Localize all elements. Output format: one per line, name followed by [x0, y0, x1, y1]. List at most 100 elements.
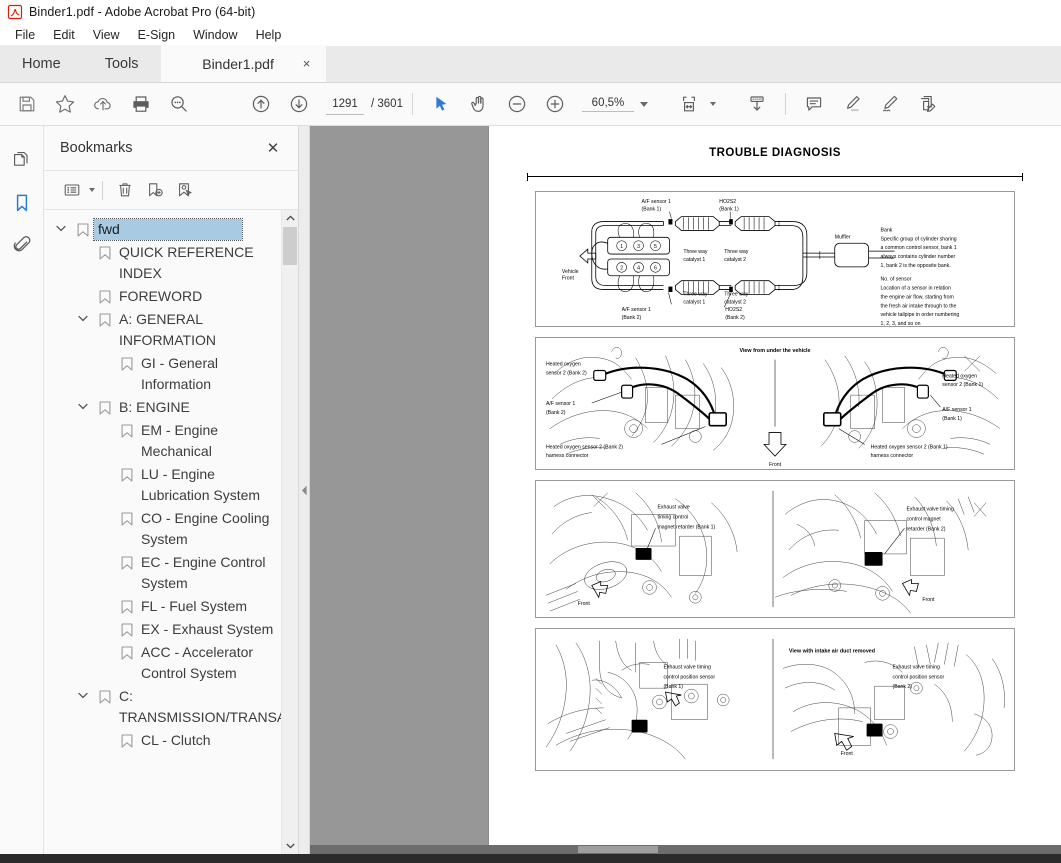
fig4-right-heading: View with intake air duct removed: [789, 649, 875, 655]
vehicle-front-line1: Vehicle: [562, 269, 579, 275]
attachments-icon[interactable]: [5, 224, 39, 266]
bookmark-label: ACC - Accelerator Control System: [141, 644, 254, 681]
menu-esign[interactable]: E-Sign: [129, 26, 185, 44]
chevron-down-icon[interactable]: [72, 686, 94, 699]
hand-icon[interactable]: [460, 87, 498, 121]
bookmark-item[interactable]: GI - General Information: [44, 352, 281, 396]
bookmark-item[interactable]: CO - Engine Cooling System: [44, 507, 281, 551]
tab-bar: Home Tools Binder1.pdf ×: [0, 45, 1061, 83]
cylinder-5: 5: [654, 244, 657, 250]
fill-and-sign-icon[interactable]: [909, 87, 947, 121]
fig2-right-label-2: sensor 2 (Bank 1): [942, 382, 983, 388]
star-icon[interactable]: [46, 87, 84, 121]
delete-bookmark-icon[interactable]: [110, 176, 140, 204]
tab-binder1-pdf[interactable]: Binder1.pdf ×: [160, 45, 326, 82]
save-icon[interactable]: [8, 87, 46, 121]
bookmarks-icon[interactable]: [5, 182, 39, 224]
note-sensor-l3: the fresh air intake through to the: [881, 303, 957, 309]
bookmark-icon: [94, 242, 116, 260]
bookmark-item[interactable]: LU - Engine Lubrication System: [44, 463, 281, 507]
set-destination-icon[interactable]: [170, 176, 200, 204]
zoom-control[interactable]: 60,5%: [581, 97, 648, 112]
bookmark-options-chevron-down-icon[interactable]: [89, 188, 95, 192]
close-icon[interactable]: ✕: [262, 137, 284, 159]
scroll-up-arrow-icon[interactable]: [282, 210, 298, 227]
chevron-down-icon[interactable]: [72, 309, 94, 322]
bookmark-item[interactable]: EC - Engine Control System: [44, 551, 281, 595]
print-icon[interactable]: [122, 87, 160, 121]
page-thumbnails-icon[interactable]: [5, 140, 39, 182]
bookmark-label: LU - Engine Lubrication System: [141, 466, 261, 503]
bookmark-item[interactable]: QUICK REFERENCE INDEX: [44, 241, 281, 285]
new-bookmark-icon[interactable]: [140, 176, 170, 204]
bookmark-item[interactable]: fwd: [44, 218, 281, 241]
draw-freehand-icon[interactable]: [871, 87, 909, 121]
cylinder-1: 1: [620, 244, 623, 250]
search-icon[interactable]: [160, 87, 198, 121]
menu-window[interactable]: Window: [184, 26, 246, 44]
tab-home[interactable]: Home: [0, 45, 83, 82]
bookmarks-toolbar-divider: [102, 180, 103, 200]
fit-page-icon[interactable]: [670, 87, 708, 121]
bookmark-label: GI - General Information: [141, 355, 219, 392]
toolbar-divider: [411, 93, 413, 115]
vehicle-front-line2: Front: [562, 276, 575, 282]
scrollbar-track[interactable]: [282, 227, 298, 837]
bookmark-options-icon[interactable]: [57, 176, 87, 204]
tab-tools[interactable]: Tools: [82, 45, 161, 82]
page-number-input[interactable]: [326, 93, 364, 115]
close-icon[interactable]: ×: [298, 55, 316, 73]
bookmark-item[interactable]: CL - Clutch: [44, 729, 281, 752]
panel-collapse-handle[interactable]: [299, 126, 310, 854]
cloud-upload-icon[interactable]: [84, 87, 122, 121]
chevron-down-icon[interactable]: [639, 101, 648, 107]
previous-page-icon[interactable]: [242, 87, 280, 121]
select-cursor-icon[interactable]: [422, 87, 460, 121]
fig4-right-l1: Exhaust valve timing: [893, 664, 941, 670]
bookmark-icon: [116, 508, 138, 526]
menu-view[interactable]: View: [84, 26, 129, 44]
bookmark-icon: [116, 420, 138, 438]
fig4-left-l3: (Bank 1): [663, 684, 683, 690]
cylinder-3: 3: [637, 244, 640, 250]
bookmark-icon: [116, 619, 138, 637]
zoom-out-icon[interactable]: [498, 87, 536, 121]
bookmarks-vertical-scrollbar[interactable]: [281, 210, 298, 854]
toolbar-divider-2: [784, 93, 786, 115]
bookmark-item[interactable]: ACC - Accelerator Control System: [44, 641, 281, 685]
note-bank-l4: 1, bank 2 is the opposite bank.: [881, 263, 951, 269]
bookmark-icon: [116, 464, 138, 482]
cylinder-2: 2: [620, 265, 623, 271]
fig4-front: Front: [841, 751, 854, 757]
bookmark-label: FOREWORD: [119, 288, 203, 304]
bookmark-item[interactable]: EX - Exhaust System: [44, 618, 281, 641]
document-viewer[interactable]: TROUBLE DIAGNOSIS 1 3 5 2 4 6 Vehicle Fr…: [310, 126, 1061, 854]
next-page-icon[interactable]: [280, 87, 318, 121]
page-title: TROUBLE DIAGNOSIS: [709, 147, 841, 159]
bookmark-label: EM - Engine Mechanical: [141, 422, 219, 459]
bookmark-item[interactable]: C: TRANSMISSION/TRANSAXLE: [44, 685, 281, 729]
menu-edit[interactable]: Edit: [44, 26, 84, 44]
ho2s2-bank1-label: HO2S2: [719, 199, 736, 205]
bookmark-item[interactable]: A: GENERAL INFORMATION: [44, 308, 281, 352]
scroll-down-arrow-icon[interactable]: [282, 837, 298, 854]
chevron-down-icon[interactable]: [50, 219, 72, 232]
scrollbar-thumb[interactable]: [283, 227, 297, 265]
viewer-horizontal-scrollbar[interactable]: [310, 845, 1061, 854]
highlighter-icon[interactable]: [833, 87, 871, 121]
page-scrolling-icon[interactable]: [738, 87, 776, 121]
bookmark-item[interactable]: EM - Engine Mechanical: [44, 419, 281, 463]
zoom-in-icon[interactable]: [536, 87, 574, 121]
note-sensor-l2: the engine air flow, starting from: [881, 294, 954, 300]
bookmark-icon: [94, 397, 116, 415]
fit-page-chevron-down-icon[interactable]: [709, 102, 716, 106]
comment-icon[interactable]: [795, 87, 833, 121]
bookmark-icon: [116, 596, 138, 614]
horizontal-scrollbar-thumb[interactable]: [578, 846, 658, 853]
menu-help[interactable]: Help: [247, 26, 291, 44]
bookmark-item[interactable]: FOREWORD: [44, 285, 281, 308]
menu-file[interactable]: File: [6, 26, 44, 44]
chevron-down-icon[interactable]: [72, 397, 94, 410]
bookmark-item[interactable]: FL - Fuel System: [44, 595, 281, 618]
bookmark-item[interactable]: B: ENGINE: [44, 396, 281, 419]
